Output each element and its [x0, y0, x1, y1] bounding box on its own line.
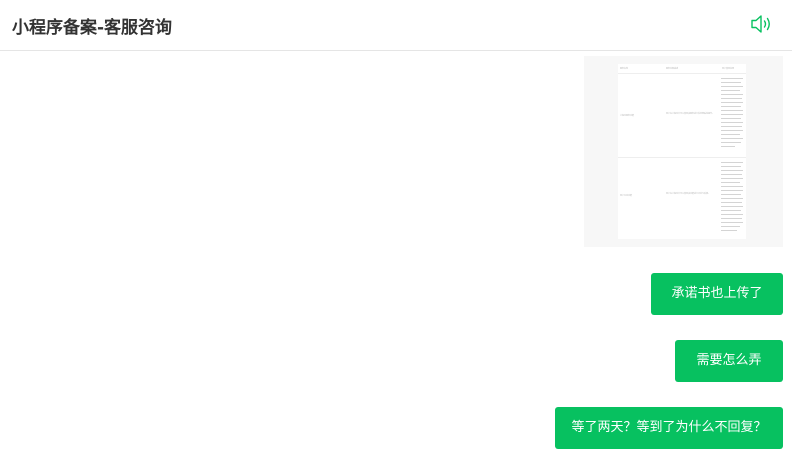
thumbnail-text-line: [721, 218, 742, 219]
thumbnail-text-line: [721, 194, 741, 195]
thumbnail-text-line: [721, 202, 742, 203]
thumbnail-text-line: [721, 86, 743, 87]
thumbnail-text-line: [721, 222, 743, 223]
message-list[interactable]: 服务名称 服务内容描述 用户使用说明 小程序服务功能 用户在小程序中可以使用该服…: [0, 52, 792, 461]
outgoing-message-bubble[interactable]: 需要怎么弄: [675, 340, 783, 382]
thumbnail-table-header: 服务名称 服务内容描述 用户使用说明: [618, 64, 746, 74]
image-message[interactable]: 服务名称 服务内容描述 用户使用说明 小程序服务功能 用户在小程序中可以使用该服…: [584, 56, 783, 247]
thumbnail-cell: 用户在小程序中可以使用该服务进行信息查看等操作。: [666, 113, 715, 115]
outgoing-message-bubble[interactable]: 等了两天？等到了为什么不回复？: [555, 407, 783, 449]
thumbnail-text-line: [721, 122, 743, 123]
thumbnail-header-cell: 服务内容描述: [666, 68, 679, 70]
thumbnail-text-line: [721, 146, 735, 147]
thumbnail-text-line: [721, 142, 741, 143]
thumbnail-text-line: [721, 190, 743, 191]
speaker-icon[interactable]: [749, 12, 775, 36]
thumbnail-text-line: [721, 94, 743, 95]
thumbnail-text-line: [721, 210, 741, 211]
thumbnail-text-line: [721, 162, 743, 163]
thumbnail-text-line: [721, 118, 741, 119]
thumbnail-text-line: [721, 198, 743, 199]
thumbnail-text-line: [721, 226, 740, 227]
thumbnail-text-line: [721, 110, 743, 111]
thumbnail-text-line: [721, 106, 741, 107]
thumbnail-text-line: [721, 186, 743, 187]
thumbnail-text-line: [721, 130, 743, 131]
thumbnail-cell: 小程序服务功能: [620, 115, 635, 117]
thumbnail-text-line: [721, 170, 743, 171]
thumbnail-text-line: [721, 138, 743, 139]
thumbnail-text-line: [721, 102, 743, 103]
thumbnail-text-line: [721, 214, 743, 215]
page-title: 小程序备案-客服咨询: [12, 18, 173, 38]
thumbnail-text-line: [721, 166, 741, 167]
thumbnail-header-cell: 服务名称: [620, 68, 629, 70]
chat-header: 小程序备案-客服咨询: [0, 0, 792, 51]
thumbnail-text-line: [721, 90, 740, 91]
thumbnail-row-divider: [618, 157, 746, 158]
thumbnail-text-line: [721, 78, 743, 79]
thumbnail-text-line: [721, 82, 741, 83]
thumbnail-text-line: [721, 178, 743, 179]
thumbnail-cell: 用户在小程序中可以使用该功能进行评论与反馈。: [666, 193, 711, 195]
thumbnail-text-line: [721, 206, 743, 207]
thumbnail-text-line: [721, 230, 737, 231]
thumbnail-cell: 用户互动功能: [620, 195, 633, 197]
thumbnail-header-cell: 用户使用说明: [722, 68, 735, 70]
document-thumbnail: 服务名称 服务内容描述 用户使用说明 小程序服务功能 用户在小程序中可以使用该服…: [618, 64, 746, 239]
thumbnail-text-line: [721, 134, 740, 135]
thumbnail-text-line: [721, 114, 743, 115]
thumbnail-text-line: [721, 174, 742, 175]
outgoing-message-bubble[interactable]: 承诺书也上传了: [651, 273, 783, 315]
thumbnail-text-line: [721, 98, 742, 99]
thumbnail-text-line: [721, 182, 740, 183]
thumbnail-text-line: [721, 126, 742, 127]
speaker-icon-graphic: [751, 15, 770, 33]
